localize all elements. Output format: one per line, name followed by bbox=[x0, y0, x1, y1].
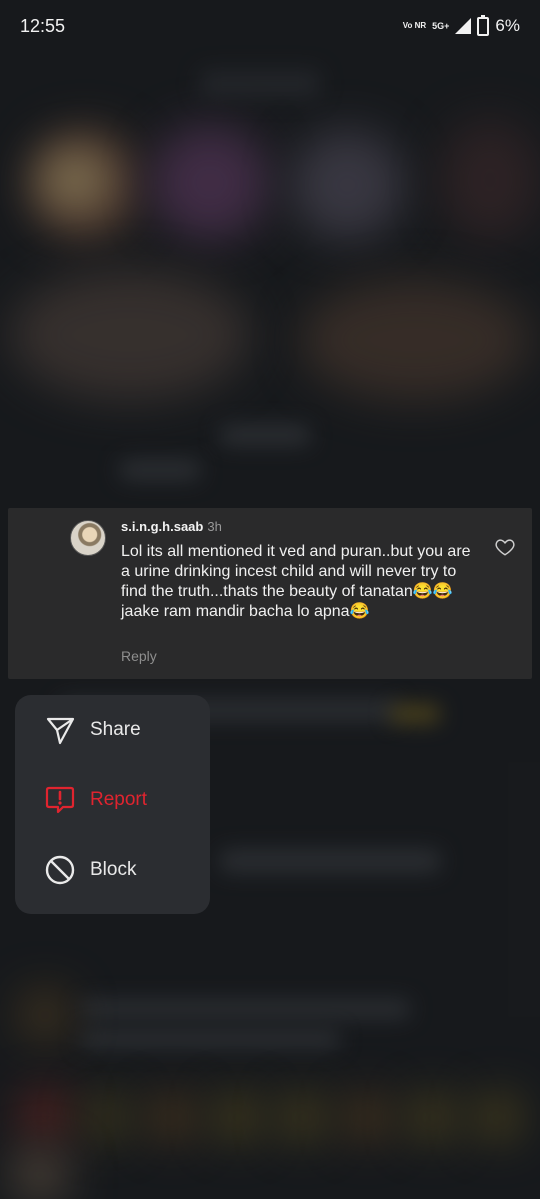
block-icon bbox=[45, 855, 75, 885]
context-menu: Share Report Block bbox=[15, 695, 210, 914]
heart-icon[interactable] bbox=[494, 536, 516, 558]
comment-card[interactable]: s.i.n.g.h.saab 3h Lol its all mentioned i… bbox=[8, 508, 532, 679]
network-type: 5G+ bbox=[432, 20, 450, 31]
status-icons: Vo NR 5G+ 6% bbox=[402, 14, 520, 36]
avatar[interactable] bbox=[70, 520, 106, 556]
menu-item-share[interactable]: Share bbox=[15, 695, 210, 765]
menu-item-block[interactable]: Block bbox=[15, 835, 210, 905]
battery-percent: 6% bbox=[495, 16, 520, 35]
volte-icon: Vo NR bbox=[402, 21, 427, 30]
menu-item-report[interactable]: Report bbox=[15, 765, 210, 835]
send-icon bbox=[46, 717, 75, 745]
menu-item-label: Block bbox=[90, 859, 137, 880]
status-bar: 12:55 Vo NR 5G+ 6% bbox=[0, 0, 540, 54]
comment-time: 3h bbox=[207, 519, 222, 534]
signal-icon bbox=[455, 18, 472, 34]
comment-text: Lol its all mentioned it ved and puran..… bbox=[121, 543, 471, 620]
comment-header: s.i.n.g.h.saab 3h bbox=[121, 519, 222, 534]
reply-button[interactable]: Reply bbox=[121, 648, 157, 664]
menu-item-label: Share bbox=[90, 719, 141, 740]
status-time: 12:55 bbox=[20, 16, 66, 36]
battery-icon bbox=[477, 14, 490, 36]
report-icon bbox=[45, 786, 75, 814]
menu-item-label: Report bbox=[90, 789, 148, 810]
comment-username[interactable]: s.i.n.g.h.saab bbox=[121, 519, 203, 534]
